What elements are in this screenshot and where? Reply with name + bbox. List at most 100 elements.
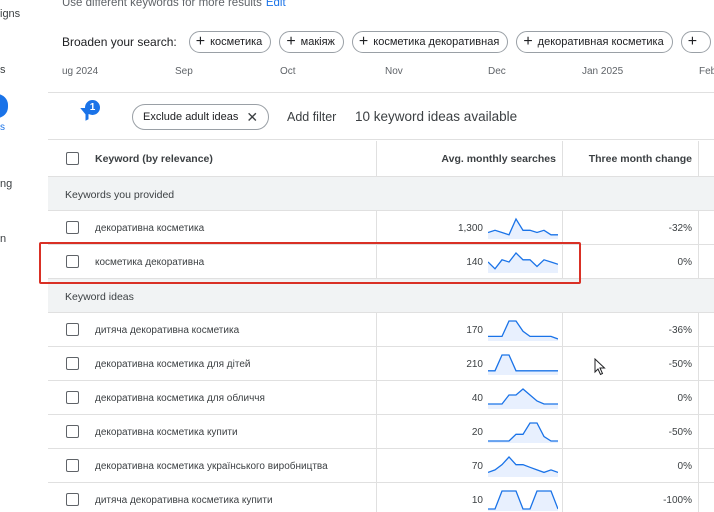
timeline-label: Feb [699, 66, 714, 77]
column-divider [698, 313, 699, 346]
nav-item-label[interactable]: ng [0, 178, 12, 190]
timeline-label: ug 2024 [62, 66, 99, 77]
exclude-adult-label: Exclude adult ideas [143, 111, 239, 123]
nav-item-label[interactable]: s [0, 122, 5, 133]
trend-cell [488, 419, 558, 446]
broaden-chip[interactable]: + [680, 31, 712, 53]
column-divider [698, 483, 699, 512]
idea-rows: дитяча декоративна косметика 170 -36% декор… [48, 313, 714, 512]
keyword-cell: декоративна косметика [95, 223, 205, 234]
change-cell: -100% [663, 495, 692, 506]
trend-cell [488, 487, 559, 512]
volume-cell: 20 [471, 427, 483, 438]
timeline-label: Sep [175, 66, 193, 77]
row-checkbox[interactable] [66, 221, 79, 234]
close-icon[interactable]: ✕ [246, 109, 258, 126]
change-cell: -50% [668, 427, 692, 438]
row-checkbox[interactable] [66, 425, 79, 438]
keyword-planner-screen: igns s s ng n Use different keywords for… [0, 0, 714, 512]
volume-column-header[interactable]: Avg. monthly searches [441, 153, 556, 165]
more-results-notice: Use different keywords for more results E… [62, 0, 286, 9]
broaden-chip[interactable]: + косметика [188, 31, 272, 53]
nav-item-label[interactable]: s [0, 64, 6, 76]
table-row[interactable]: дитяча декоративна косметика 170 -36% [48, 313, 714, 347]
keyword-cell: дитяча декоративна косметика купити [95, 495, 273, 506]
column-divider [376, 415, 377, 448]
plus-icon: + [687, 33, 698, 50]
column-divider [376, 483, 377, 512]
change-cell: -50% [668, 359, 692, 370]
column-divider [698, 449, 699, 482]
add-filter-button[interactable]: Add filter [287, 110, 336, 124]
column-divider [562, 415, 563, 448]
nav-item-label[interactable]: n [0, 233, 6, 245]
broaden-chip[interactable]: + макіяж [279, 31, 344, 53]
keyword-cell: дитяча декоративна косметика [95, 325, 240, 336]
trend-cell [488, 385, 558, 412]
column-divider [562, 313, 563, 346]
table-row[interactable]: декоративна косметика купити 20 -50% [48, 415, 714, 449]
row-checkbox[interactable] [66, 391, 79, 404]
column-divider [562, 381, 563, 414]
trend-cell [488, 351, 558, 378]
edit-link[interactable]: Edit [266, 0, 286, 9]
broaden-chip[interactable]: + декоративная косметика [516, 31, 673, 53]
change-cell: -36% [668, 325, 692, 336]
change-cell: 0% [677, 257, 692, 268]
row-checkbox[interactable] [66, 493, 79, 506]
nav-selected-indicator[interactable] [0, 94, 8, 118]
keyword-cell: декоративна косметика українського вироб… [95, 461, 328, 472]
column-divider [698, 141, 699, 176]
volume-cell: 1,300 [457, 223, 483, 234]
broaden-chip[interactable]: + косметика декоративная [351, 31, 509, 53]
column-divider [376, 141, 377, 176]
chip-label: косметика декоративная [373, 36, 500, 48]
volume-cell: 70 [471, 461, 483, 472]
column-divider [562, 211, 563, 244]
select-all-checkbox[interactable] [66, 152, 79, 165]
column-divider [562, 141, 563, 176]
trend-sparkline [487, 456, 559, 477]
volume-cell: 210 [466, 359, 483, 370]
nav-item-label[interactable]: igns [0, 8, 20, 20]
date-timeline[interactable]: ug 2024 Sep Oct Nov Dec Jan 2025 Feb [48, 66, 714, 80]
trend-sparkline [488, 354, 558, 375]
column-divider [376, 347, 377, 380]
timeline-label: Dec [488, 66, 506, 77]
table-row[interactable]: дитяча декоративна косметика купити 10 -10… [48, 483, 714, 512]
change-column-header[interactable]: Three month change [589, 153, 692, 165]
keyword-table: Keyword (by relevance) Avg. monthly sear… [48, 141, 714, 512]
trend-sparkline [487, 217, 558, 239]
column-divider [698, 211, 699, 244]
sparkline-area [488, 219, 558, 239]
keyword-cell: декоративна косметика купити [95, 427, 238, 438]
notice-text: Use different keywords for more results [62, 0, 262, 9]
chip-label: декоративная косметика [537, 36, 664, 48]
plus-icon: + [195, 33, 206, 50]
filter-count-badge: 1 [85, 100, 100, 115]
plus-icon: + [523, 33, 533, 50]
table-row[interactable]: декоративна косметика для дітей 210 -50% [48, 347, 714, 381]
ideas-count: 10 keyword ideas available [355, 109, 518, 124]
table-row[interactable]: декоративна косметика українського вироб… [48, 449, 714, 483]
table-row[interactable]: декоративна косметика для обличчя 40 0% [48, 381, 714, 415]
plus-icon: + [358, 33, 369, 50]
group-header-ideas: Keyword ideas [48, 279, 714, 313]
trend-sparkline [488, 388, 558, 409]
keyword-cell: декоративна косметика для дітей [95, 359, 251, 370]
keyword-column-header[interactable]: Keyword (by relevance) [95, 153, 213, 165]
row-checkbox[interactable] [66, 459, 79, 472]
change-cell: 0% [677, 393, 692, 404]
column-divider [698, 347, 699, 380]
column-divider [698, 415, 699, 448]
change-cell: -32% [668, 223, 692, 234]
row-checkbox[interactable] [66, 357, 79, 370]
exclude-adult-chip[interactable]: Exclude adult ideas ✕ [132, 104, 270, 130]
broaden-search-bar: Broaden your search: + косметика + макіяж … [62, 30, 712, 54]
column-divider [376, 313, 377, 346]
group-label: Keywords you provided [65, 189, 175, 201]
table-row[interactable]: декоративна косметика 1,300 -32% [48, 211, 714, 245]
row-checkbox[interactable] [66, 323, 79, 336]
sparkline-area [488, 355, 558, 375]
plus-icon: + [286, 33, 296, 50]
